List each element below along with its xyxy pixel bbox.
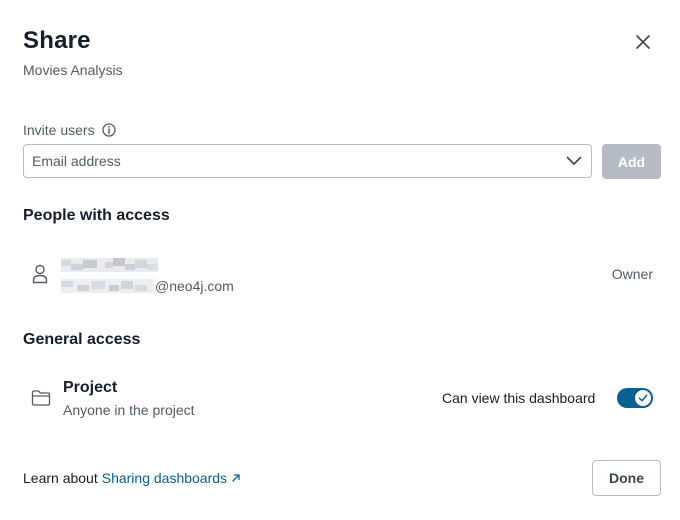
- close-icon: [636, 35, 650, 49]
- general-access-row: Project Anyone in the project Can view t…: [23, 376, 660, 422]
- folder-icon: [31, 389, 51, 407]
- dialog-subtitle: Movies Analysis: [23, 62, 123, 78]
- check-icon: [638, 394, 648, 402]
- people-heading: People with access: [23, 207, 170, 224]
- learn-about-text: Learn about: [23, 470, 98, 486]
- invite-label: Invite users: [23, 122, 95, 138]
- email-input[interactable]: [32, 153, 565, 169]
- user-icon: [31, 263, 49, 285]
- access-description: Anyone in the project: [63, 402, 195, 418]
- add-button[interactable]: Add: [602, 144, 661, 179]
- toggle-label: Can view this dashboard: [442, 390, 596, 406]
- access-title: Project: [63, 379, 118, 396]
- email-select[interactable]: [23, 144, 592, 178]
- close-button[interactable]: [630, 29, 656, 55]
- footer-text: Learn about Sharing dashboards: [23, 469, 241, 487]
- link-text: Sharing dashboards: [101, 470, 228, 486]
- sharing-dashboards-link[interactable]: Sharing dashboards: [102, 469, 241, 487]
- role-label: Owner: [611, 266, 653, 282]
- view-access-toggle[interactable]: [617, 388, 653, 408]
- person-email: @neo4j.com: [61, 277, 234, 295]
- chevron-down-icon[interactable]: [565, 152, 583, 170]
- email-domain: @neo4j.com: [155, 278, 234, 294]
- done-button[interactable]: Done: [592, 460, 661, 496]
- share-dialog: Share Movies Analysis Invite users Add P…: [0, 0, 680, 520]
- dialog-title: Share: [23, 27, 91, 54]
- info-icon[interactable]: [101, 122, 117, 138]
- person-row: @neo4j.com Owner: [23, 250, 660, 300]
- toggle-knob: [635, 390, 651, 406]
- invite-label-row: Invite users: [23, 121, 117, 139]
- email-local-redacted: [61, 278, 154, 294]
- general-access-heading: General access: [23, 331, 141, 348]
- external-link-icon: [232, 474, 240, 482]
- person-name-redacted: [61, 256, 158, 274]
